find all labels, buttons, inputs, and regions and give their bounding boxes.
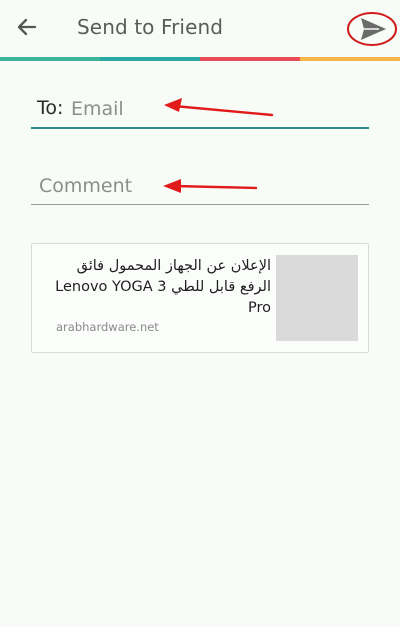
annotation-arrow-email [164,98,274,117]
strip-segment-orange [300,57,400,61]
app-bar: Send to Friend [0,0,400,57]
shared-article-card[interactable]: الإعلان عن الجهاز المحمول فائق الرفع قاب… [31,243,369,353]
to-label: To: [37,97,64,119]
article-source: arabhardware.net [56,320,159,334]
article-title: الإعلان عن الجهاز المحمول فائق الرفع قاب… [55,258,271,316]
send-button[interactable] [346,12,398,46]
back-button[interactable] [10,12,44,46]
arrow-left-icon [15,15,39,43]
article-thumbnail [276,255,358,341]
strip-segment-teal [100,57,200,61]
color-strip [0,57,400,61]
strip-segment-red [200,57,300,61]
annotation-arrow-comment [163,179,258,193]
page-title: Send to Friend [77,15,224,39]
strip-segment-green [0,57,100,61]
send-icon [361,18,386,40]
